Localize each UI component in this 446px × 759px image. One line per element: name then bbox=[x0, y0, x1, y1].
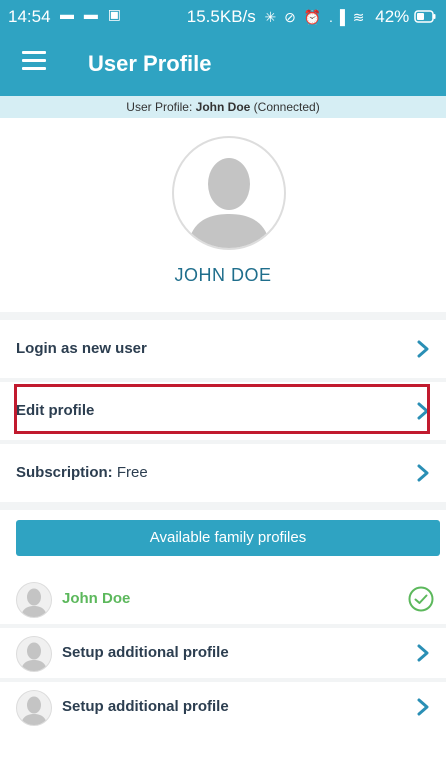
app-bar: User Profile bbox=[0, 34, 446, 96]
family-profile-name: John Doe bbox=[62, 590, 131, 607]
subscription-label: Subscription: Free bbox=[16, 464, 148, 481]
page-title: User Profile bbox=[88, 51, 212, 76]
divider bbox=[0, 502, 446, 510]
family-profile-row[interactable]: Setup additional profile bbox=[0, 628, 446, 678]
subscription-key: Subscription: bbox=[16, 464, 113, 481]
connection-status-bar: User Profile: John Doe (Connected) bbox=[0, 96, 446, 118]
check-circle-icon bbox=[408, 586, 434, 612]
notification-icons: ▬ ▬ ▣ bbox=[60, 6, 125, 22]
status-time: 14:54 bbox=[8, 7, 51, 26]
battery-level: 42% bbox=[375, 7, 410, 26]
available-family-profiles-button[interactable]: Available family profiles bbox=[16, 520, 440, 556]
network-speed: 15.5KB/s bbox=[186, 7, 256, 26]
avatar bbox=[16, 690, 52, 726]
highlight-box bbox=[14, 384, 430, 434]
connection-state: (Connected) bbox=[250, 100, 320, 114]
status-right: 15.5KB/s ✳ ⊘ ⏰ .▐ ≋ 42% bbox=[187, 7, 436, 27]
chevron-right-icon bbox=[417, 698, 429, 716]
avatar bbox=[16, 636, 52, 672]
family-profile-row[interactable]: John Doe bbox=[0, 574, 446, 624]
subscription-value: Free bbox=[112, 464, 148, 481]
avatar bbox=[16, 582, 52, 618]
login-new-user-row[interactable]: Login as new user bbox=[0, 320, 446, 378]
system-icons: ✳ ⊘ ⏰ .▐ ≋ bbox=[264, 9, 367, 25]
divider bbox=[0, 312, 446, 320]
person-silhouette-icon bbox=[21, 696, 47, 725]
family-profile-row[interactable]: Setup additional profile bbox=[0, 682, 446, 732]
person-silhouette-icon bbox=[21, 642, 47, 671]
family-profile-name: Setup additional profile bbox=[62, 698, 229, 715]
battery-icon bbox=[414, 10, 436, 23]
profile-name: JOHN DOE bbox=[174, 265, 272, 285]
person-silhouette-icon bbox=[188, 158, 270, 248]
login-new-user-label: Login as new user bbox=[16, 340, 147, 357]
connection-prefix: User Profile: bbox=[126, 100, 196, 114]
chevron-right-icon bbox=[417, 464, 429, 482]
chevron-right-icon bbox=[417, 340, 429, 358]
chevron-right-icon bbox=[417, 644, 429, 662]
family-profile-name: Setup additional profile bbox=[62, 644, 229, 661]
subscription-row[interactable]: Subscription: Free bbox=[0, 444, 446, 502]
hamburger-menu-icon[interactable] bbox=[22, 51, 46, 75]
connection-user: John Doe bbox=[195, 100, 251, 114]
status-bar: 14:54 ▬ ▬ ▣ 15.5KB/s ✳ ⊘ ⏰ .▐ ≋ 42% bbox=[0, 0, 446, 34]
profile-avatar[interactable] bbox=[172, 136, 286, 250]
person-silhouette-icon bbox=[21, 588, 47, 617]
